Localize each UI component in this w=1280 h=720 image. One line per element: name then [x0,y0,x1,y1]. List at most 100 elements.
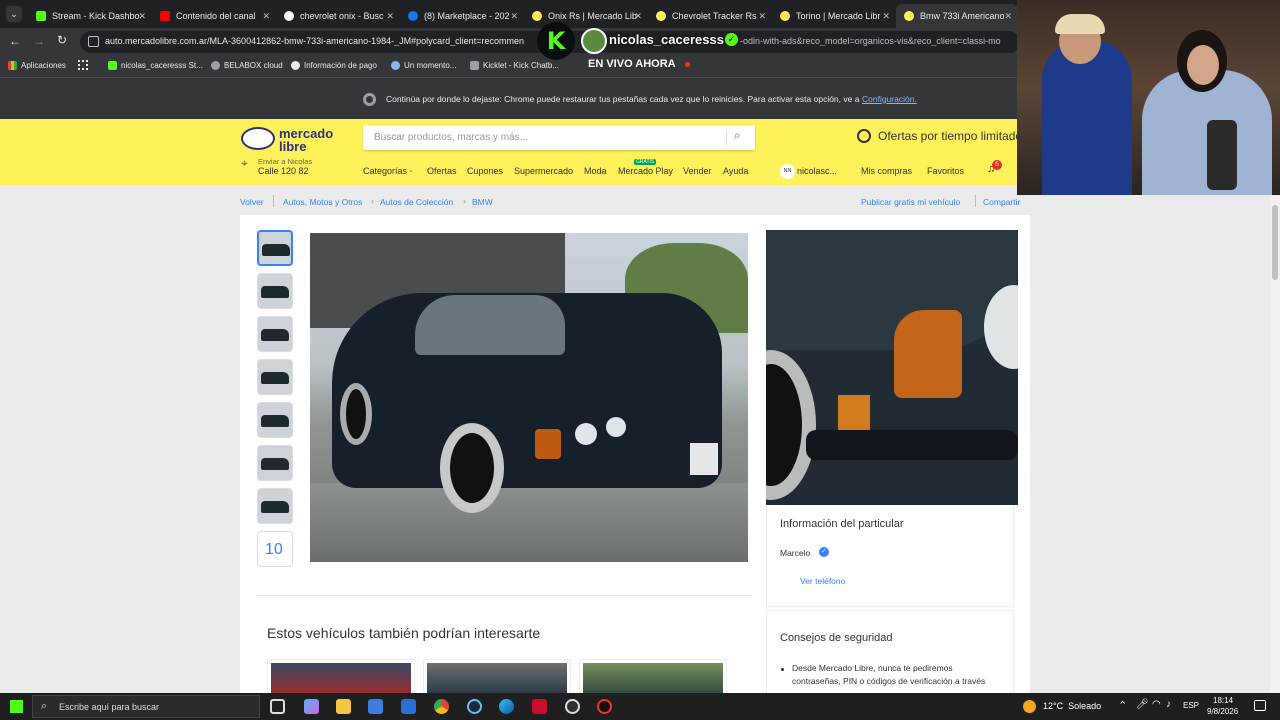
back-link[interactable]: Volver [240,197,264,207]
record-icon[interactable] [597,699,612,714]
tab-facebook-marketplace[interactable]: (8) Marketplace - 202 ✕ [400,4,524,28]
location-pin-icon: ⌖ [241,156,248,170]
publish-vehicle-link[interactable]: Publicar gratis mi vehículo [861,197,960,207]
tab-bmw-733i[interactable]: Bmw 733i Americano ✕ [896,4,1018,28]
file-explorer-icon[interactable] [336,699,351,714]
breadcrumb-bmw[interactable]: BMW [472,197,493,207]
kick-logo-icon: K [537,22,575,60]
bookmark-kick-stream[interactable]: nicolas_caceresss St... [108,61,203,70]
close-tab-icon[interactable]: ✕ [138,11,146,22]
tab-torino[interactable]: Torino | Mercado Libr ✕ [772,4,896,28]
tab-youtube-content[interactable]: Contenido del canal ✕ [152,4,276,28]
notifications-icon[interactable] [1254,700,1266,711]
forward-arrow-icon[interactable]: → [33,34,45,48]
ml-logo[interactable]: mercado libre [241,125,336,154]
free-badge: GRATIS [634,159,657,165]
bookmark-un-momento[interactable]: Un momento... [391,61,456,70]
scrollbar-thumb[interactable] [1272,205,1278,280]
gallery-thumbnail[interactable] [257,359,293,395]
search-input[interactable]: Buscar productos, marcas y más... ⌕ [363,125,755,150]
task-view-icon[interactable] [270,699,285,714]
bookmark-apps[interactable]: Aplicaciones [8,61,66,70]
nav-coupons[interactable]: Cupones [467,166,503,176]
close-tab-icon[interactable]: ✕ [1004,11,1012,22]
stream-overlay: K nicolas_caceresss ✓ EN VIVO AHORA [537,22,747,77]
page-scrollbar[interactable] [1270,195,1280,693]
search-icon[interactable]: ⌕ [734,128,741,143]
gallery-thumbnail[interactable] [257,273,293,309]
shipping-location[interactable]: ⌖ Enviar a Nicolas Calle 120 82 [241,155,331,179]
nav-categories[interactable]: Categorías [363,166,407,176]
gallery-thumbnail[interactable] [257,316,293,352]
gallery-thumbnail[interactable] [257,445,293,481]
close-tab-icon[interactable]: ✕ [510,11,518,22]
back-arrow-icon[interactable]: ← [9,34,21,48]
tab-kick-dashboard[interactable]: Stream - Kick Dashbo ✕ [28,4,152,28]
kicklet-icon [470,61,479,70]
steam-icon[interactable] [467,699,482,714]
nav-my-purchases[interactable]: Mis compras [861,166,912,176]
nav-supermarket[interactable]: Supermercado [514,166,573,176]
store-icon[interactable] [368,699,383,714]
nav-help[interactable]: Ayuda [723,166,748,176]
streamer-username: nicolas_caceresss [609,32,724,47]
nav-offers[interactable]: Ofertas [427,166,457,176]
gallery-thumbnail[interactable] [257,488,293,524]
mercadolibre-icon [780,11,790,21]
close-tab-icon[interactable]: ✕ [634,11,642,22]
chrome-icon[interactable] [434,699,449,714]
close-tab-icon[interactable]: ✕ [882,11,890,22]
user-menu[interactable]: nicolasc... [797,166,837,176]
breadcrumb-collector-cars[interactable]: Autos de Colección [380,197,453,207]
wifi-icon[interactable]: ◠ [1152,699,1161,710]
gallery-thumbnail[interactable] [257,230,293,266]
microphone-icon[interactable]: 🎤︎ [1136,699,1149,710]
nav-fashion[interactable]: Moda [584,166,607,176]
bookmark-payment-info[interactable]: Información de pago [291,61,377,70]
mail-icon[interactable] [401,699,416,714]
copilot-icon[interactable] [304,699,319,714]
chevron-down-icon: ⌄ [408,167,414,174]
tab-list-dropdown-icon[interactable]: ⌄ [6,6,22,22]
main-car-photo[interactable] [310,233,748,562]
windows-start-icon[interactable] [10,700,23,713]
close-tab-icon[interactable]: ✕ [262,11,270,22]
close-tab-icon[interactable]: ✕ [386,11,394,22]
taskbar-search[interactable]: ⌕ Escribe aquí para buscar [32,695,260,718]
more-photos-thumbnail[interactable]: 10 [257,531,293,567]
reload-icon[interactable]: ↻ [57,33,67,47]
settings-link[interactable]: Configuración. [862,94,917,104]
related-vehicle-card[interactable] [423,659,571,694]
safety-tips-panel: Consejos de seguridad Desde Mercado Libr… [766,610,1014,693]
chevron-up-icon[interactable]: ⌃ [1118,699,1127,712]
close-tab-icon[interactable]: ✕ [758,11,766,22]
related-vehicle-card[interactable] [579,659,727,694]
user-avatar[interactable]: NN [780,164,795,179]
safety-title: Consejos de seguridad [780,632,893,644]
nav-favorites[interactable]: Favoritos [927,166,964,176]
nav-sell[interactable]: Vender [683,166,712,176]
clock-date[interactable]: 9/8/2026 [1207,707,1238,716]
edge-icon[interactable] [499,699,514,714]
related-vehicle-card[interactable] [267,659,415,694]
listing-card: 10 Información del particular Marcelo ✓ … [240,215,1030,694]
site-info-icon[interactable] [88,36,99,47]
tab-google-search[interactable]: chevrolet onix - Busc ✕ [276,4,400,28]
chrome-icon [363,93,376,106]
volume-icon[interactable]: ♪ [1166,699,1171,710]
windows-taskbar: ⌕ Escribe aquí para buscar 12°C Soleado … [0,693,1280,720]
share-link[interactable]: Compartir [983,197,1020,207]
obs-icon[interactable] [565,699,580,714]
nav-mercado-play[interactable]: Mercado Play [618,166,673,176]
live-now-label: EN VIVO AHORA [588,58,676,70]
breadcrumb-vehicles[interactable]: Autos, Motos y Otros [283,197,362,207]
bookmark-belabox[interactable]: BELABOX cloud [211,61,283,70]
weather-text[interactable]: 12°C Soleado [1043,701,1101,711]
apps-icon[interactable] [78,60,88,70]
voicemeeter-icon[interactable] [532,699,547,714]
language-indicator[interactable]: ESP [1183,701,1199,710]
gallery-thumbnail[interactable] [257,402,293,438]
show-phone-link[interactable]: Ver teléfono [800,576,845,586]
clock-time[interactable]: 18:14 [1213,696,1233,705]
chevron-right-icon: › [371,196,374,206]
